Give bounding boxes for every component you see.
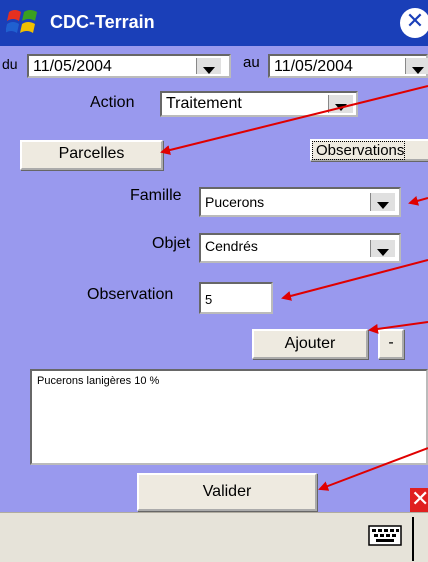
date-from-label: du <box>2 56 18 72</box>
date-to-select[interactable]: 11/05/2004 <box>268 54 428 78</box>
ajouter-button-label: Ajouter <box>284 335 336 352</box>
date-to-label: au <box>243 54 260 71</box>
objet-label: Objet <box>152 235 191 252</box>
valider-button-label: Valider <box>202 483 252 500</box>
observations-list[interactable]: Pucerons lanigères 10 % <box>30 369 428 465</box>
observation-input[interactable]: 5 <box>199 282 273 314</box>
parcelles-button-label: Parcelles <box>58 145 125 162</box>
main-panel: du 11/05/2004 au 11/05/2004 Action Trait… <box>0 46 428 512</box>
chevron-down-icon[interactable] <box>328 95 353 113</box>
date-to-value: 11/05/2004 <box>274 58 353 75</box>
close-x-icon: ✕ <box>411 487 428 512</box>
taskbar-separator <box>412 517 414 561</box>
remove-button-label: - <box>388 334 394 351</box>
chevron-down-icon[interactable] <box>405 58 428 74</box>
chevron-down-icon[interactable] <box>370 240 395 257</box>
close-button[interactable]: ✕ <box>400 8 428 38</box>
chevron-down-icon[interactable] <box>196 58 221 74</box>
observations-button[interactable]: Observations <box>310 139 428 161</box>
objet-value: Cendrés <box>205 238 258 254</box>
chevron-down-icon[interactable] <box>370 193 395 211</box>
famille-label: Famille <box>130 187 182 204</box>
ajouter-button[interactable]: Ajouter <box>252 329 368 359</box>
famille-select[interactable]: Pucerons <box>199 187 401 217</box>
list-item[interactable]: Pucerons lanigères 10 % <box>37 375 159 387</box>
action-value: Traitement <box>166 95 242 112</box>
title-bar: CDC-Terrain ✕ <box>0 0 428 46</box>
action-select[interactable]: Traitement <box>160 91 358 117</box>
app-title: CDC-Terrain <box>50 12 155 32</box>
parcelles-button[interactable]: Parcelles <box>20 140 163 170</box>
observations-button-label: Observations <box>312 141 406 160</box>
app-screen: CDC-Terrain ✕ du 11/05/2004 au 11/05/200… <box>0 0 428 562</box>
observation-value: 5 <box>205 292 213 307</box>
remove-button[interactable]: - <box>378 329 404 359</box>
keyboard-icon[interactable] <box>368 523 402 547</box>
observation-label: Observation <box>87 286 174 303</box>
objet-select[interactable]: Cendrés <box>199 233 401 263</box>
famille-value: Pucerons <box>205 194 265 210</box>
date-from-value: 11/05/2004 <box>33 58 112 75</box>
bottom-taskbar <box>0 512 428 562</box>
date-from-select[interactable]: 11/05/2004 <box>27 54 231 78</box>
action-label: Action <box>90 94 135 111</box>
close-red-icon[interactable]: ✕ <box>410 487 428 514</box>
windows-logo-icon[interactable] <box>6 6 40 38</box>
valider-button[interactable]: Valider <box>137 473 317 511</box>
close-icon: ✕ <box>405 9 425 34</box>
